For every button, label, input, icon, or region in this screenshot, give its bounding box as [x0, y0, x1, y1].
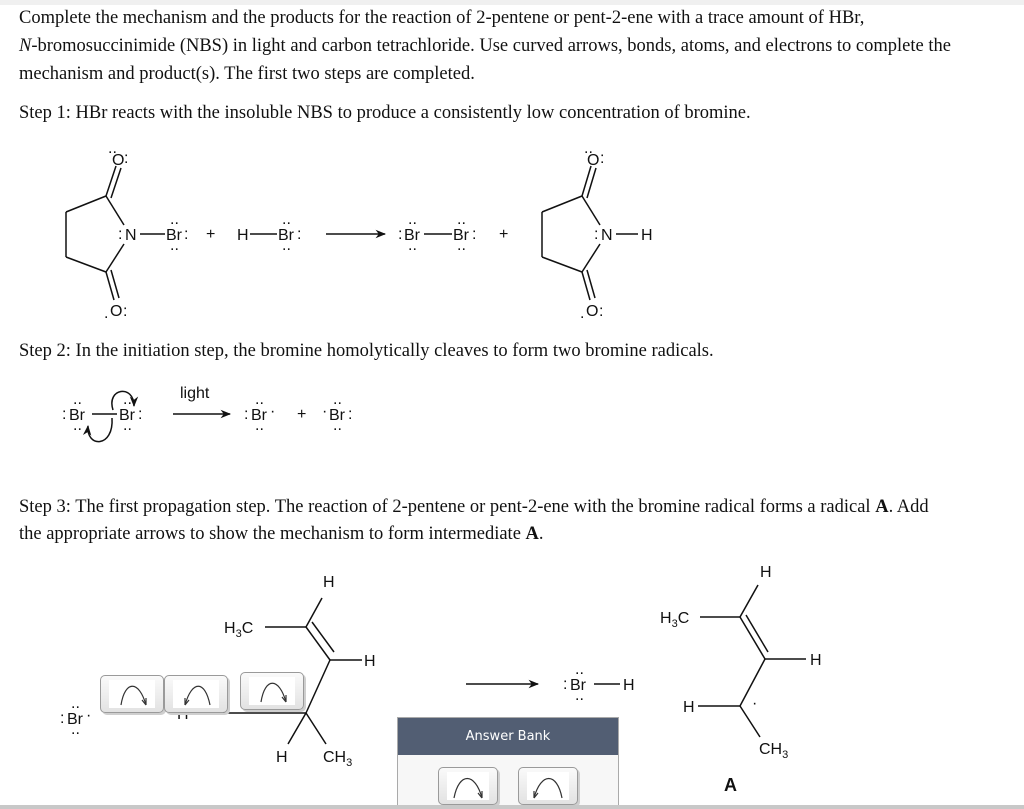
placed-curved-arrow-left[interactable] [164, 675, 228, 713]
intermediate-a-label: A [724, 775, 737, 795]
lone-pair-dots: .. [123, 417, 132, 434]
curved-arrow-right-icon [120, 685, 147, 706]
atom-h: H [641, 227, 653, 244]
h3c-h: H [224, 620, 236, 637]
ch3-ch: CH [323, 749, 346, 766]
radical-dot: · [86, 707, 91, 724]
lone-pair-dots: .. [333, 417, 342, 434]
lone-pair-dots: .. [282, 237, 291, 254]
lone-pair-dots: .. [575, 687, 584, 704]
placed-curved-arrow-right[interactable] [100, 675, 164, 713]
methyl-ch3: CH3 [323, 749, 352, 769]
lone-pair-dots: : [398, 226, 402, 243]
atom-h: H [364, 653, 376, 670]
answer-bank-curved-arrow-right[interactable] [438, 767, 498, 805]
radical-dot: · [270, 403, 275, 420]
pentene-molecule [192, 597, 362, 745]
fishhook-arrow-down [82, 417, 113, 443]
light-condition-label: light [180, 385, 210, 402]
plus-sign: + [206, 226, 215, 243]
lone-pair-dots: .. [333, 391, 342, 408]
atom-n: N [125, 227, 137, 244]
succinimide-molecule [541, 165, 638, 301]
h3c-h: H [660, 610, 672, 627]
lone-pair-dots: .. [73, 417, 82, 434]
lone-pair-dots: .. [73, 391, 82, 408]
lone-pair-dots: .. [457, 211, 466, 228]
lone-pair-dots: : [297, 226, 301, 243]
atom-o: O [586, 303, 598, 320]
lone-pair-dots: .. [575, 661, 584, 678]
methyl-h3c: H3C [224, 620, 253, 640]
lone-pair-dots: : [600, 150, 604, 167]
atom-h: H [760, 564, 772, 581]
lone-pair-dots: .. [584, 140, 593, 157]
curved-arrow-left-icon [533, 778, 563, 799]
bottom-border [0, 805, 1024, 809]
answer-bank-title: Answer Bank [398, 718, 618, 755]
lone-pair-dots: .. [123, 391, 132, 408]
h3c-c: C [678, 610, 690, 627]
curved-arrow-right-icon [453, 778, 483, 799]
lone-pair-dots: : [184, 226, 188, 243]
lone-pair-dots: . [580, 305, 584, 322]
lone-pair-dots: .. [408, 211, 417, 228]
lone-pair-dots: .. [255, 417, 264, 434]
lone-pair-dots: : [138, 406, 142, 423]
lone-pair-dots: : [124, 150, 128, 167]
lone-pair-dots: : [348, 406, 352, 423]
plus-sign: + [297, 406, 306, 423]
lone-pair-dots: : [599, 303, 603, 320]
lone-pair-dots: .. [255, 391, 264, 408]
atom-h: H [323, 574, 335, 591]
lone-pair-dots: .. [71, 721, 80, 738]
ch3-subscript: 3 [346, 757, 352, 769]
lone-pair-dots: .. [457, 237, 466, 254]
plus-sign: + [499, 226, 508, 243]
placed-curved-arrow-right[interactable] [240, 672, 304, 710]
lone-pair-dots: : [60, 710, 64, 727]
curved-arrow-left-icon [184, 685, 211, 706]
lone-pair-dots: : [472, 226, 476, 243]
lone-pair-dots: .. [408, 237, 417, 254]
answer-bank-panel: Answer Bank [397, 717, 619, 809]
methyl-h3c: H3C [660, 610, 689, 630]
ch3-subscript: 3 [782, 749, 788, 761]
lone-pair-dots: . [104, 305, 108, 322]
atom-n: N [601, 227, 613, 244]
h3c-c: C [242, 620, 254, 637]
radical-dot: · [322, 403, 327, 420]
lone-pair-dots: : [594, 226, 598, 243]
lone-pair-dots: .. [282, 211, 291, 228]
curved-arrow-right-icon [260, 682, 287, 703]
lone-pair-dots: : [118, 226, 122, 243]
lone-pair-dots: : [123, 303, 127, 320]
lone-pair-dots: : [563, 676, 567, 693]
atom-h: H [810, 652, 822, 669]
lone-pair-dots: : [244, 406, 248, 423]
lone-pair-dots: .. [71, 695, 80, 712]
atom-h: H [276, 749, 288, 766]
answer-bank-curved-arrow-left[interactable] [518, 767, 578, 805]
nbs-molecule [65, 165, 165, 301]
lone-pair-dots: : [62, 406, 66, 423]
atom-h: H [683, 699, 695, 716]
atom-h: H [623, 677, 635, 694]
lone-pair-dots: .. [170, 211, 179, 228]
ch3-ch: CH [759, 741, 782, 758]
atom-h: H [237, 227, 249, 244]
lone-pair-dots: .. [108, 140, 117, 157]
intermediate-a-molecule [698, 584, 806, 738]
lone-pair-dots: .. [170, 237, 179, 254]
radical-dot: · [752, 695, 757, 712]
atom-o: O [110, 303, 122, 320]
methyl-ch3: CH3 [759, 741, 788, 761]
